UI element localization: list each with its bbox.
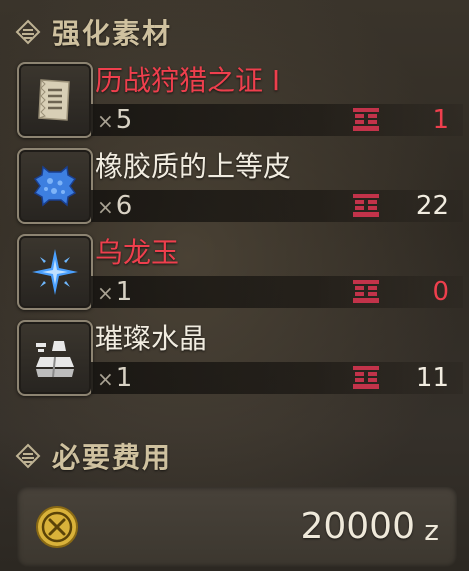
item-box-icon	[353, 108, 379, 131]
cost-box: 20000 z	[17, 487, 457, 567]
material-name: 橡胶质的上等皮	[95, 150, 292, 183]
required-quantity: ×6	[97, 191, 133, 221]
required-quantity: ×1	[97, 277, 133, 307]
zenny-coin-icon	[36, 506, 78, 548]
white-ore-icon	[17, 320, 93, 396]
ticket-scroll-icon	[17, 62, 93, 138]
material-row[interactable]: 历战狩猎之证 I ×5 1	[17, 62, 463, 142]
required-quantity: ×5	[97, 105, 133, 135]
material-name: 历战狩猎之证 I	[95, 64, 281, 97]
material-row[interactable]: 乌龙玉 ×1 0	[17, 234, 463, 314]
item-box-icon	[353, 280, 379, 303]
cost-header-label: 必要费用	[52, 441, 173, 474]
cost-amount: 20000	[300, 506, 415, 547]
quantity-bar: ×5 1	[91, 104, 463, 136]
smithy-upgrade-panel: 强化素材 历战狩猎之证 I ×5 1 橡胶质的上等皮 ×6 22 乌龙玉 ×1 …	[0, 0, 469, 571]
material-row[interactable]: 橡胶质的上等皮 ×6 22	[17, 148, 463, 228]
owned-quantity: 1	[432, 105, 449, 135]
owned-quantity: 22	[415, 191, 449, 221]
quantity-bar: ×1 11	[91, 362, 463, 394]
diamond-layers-icon	[14, 442, 42, 470]
item-box-icon	[353, 366, 379, 389]
quantity-bar: ×6 22	[91, 190, 463, 222]
quantity-bar: ×1 0	[91, 276, 463, 308]
cost-unit: z	[424, 514, 439, 547]
cost-header: 必要费用	[14, 436, 172, 476]
material-row[interactable]: 璀璨水晶 ×1 11	[17, 320, 463, 400]
materials-header: 强化素材	[14, 12, 172, 52]
diamond-layers-icon	[14, 18, 42, 46]
item-box-icon	[353, 194, 379, 217]
required-quantity: ×1	[97, 363, 133, 393]
blue-jewel-icon	[17, 234, 93, 310]
material-name: 璀璨水晶	[95, 322, 208, 355]
owned-quantity: 0	[432, 277, 449, 307]
owned-quantity: 11	[415, 363, 449, 393]
blue-hide-icon	[17, 148, 93, 224]
material-name: 乌龙玉	[95, 236, 180, 269]
materials-header-label: 强化素材	[52, 17, 173, 50]
